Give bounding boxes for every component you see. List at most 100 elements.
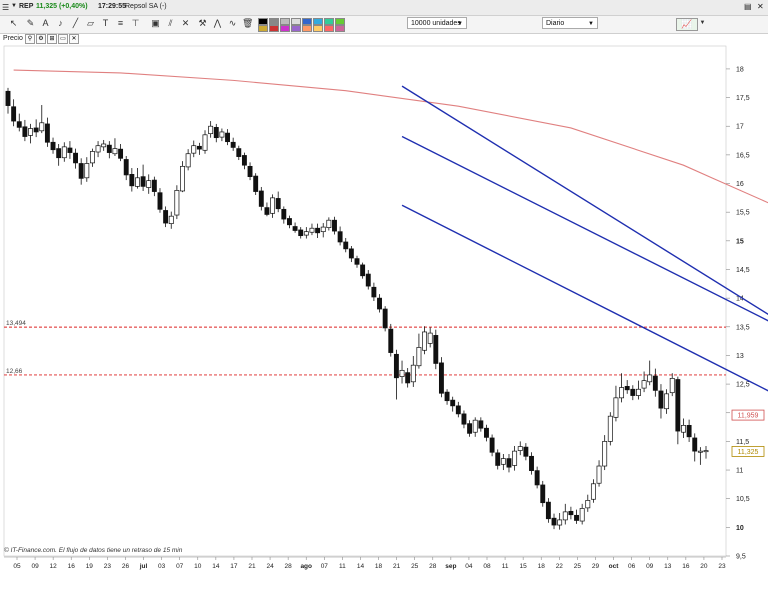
x-tick-label: 06 (628, 563, 636, 570)
candle-body (168, 215, 174, 224)
candle-body (106, 144, 112, 153)
y-tick-label: 12,5 (736, 382, 750, 389)
x-tick-label: 04 (465, 563, 473, 570)
x-tick-label: 21 (248, 563, 256, 570)
candle-body (309, 227, 315, 233)
candle-body (337, 231, 343, 243)
candle-body (157, 192, 163, 210)
x-tick-label: 03 (158, 563, 166, 570)
candle-body (377, 297, 382, 310)
candle-body (371, 286, 377, 298)
x-tick-label: jul (139, 563, 148, 570)
candle-body (574, 514, 579, 521)
candle-body (489, 437, 495, 453)
x-tick-label: 29 (592, 563, 600, 570)
candle-body (399, 369, 405, 377)
candle-body (332, 219, 337, 232)
candle-body (675, 379, 681, 432)
candle-body (540, 484, 546, 504)
x-tick-label: 14 (357, 563, 365, 570)
candle-body (388, 328, 394, 353)
candle-body (472, 419, 478, 433)
candle-body (444, 391, 450, 402)
candle-body (529, 455, 534, 471)
x-tick-label: 23 (718, 563, 726, 570)
plot-area (3, 45, 727, 557)
candle-body (517, 446, 523, 451)
candle-body (101, 143, 107, 148)
x-tick-label: 24 (266, 563, 274, 570)
x-tick-label: 14 (212, 563, 220, 570)
candle-body (686, 424, 692, 438)
x-tick-label: 13 (664, 563, 672, 570)
x-tick-label: sep (445, 563, 456, 570)
x-tick-label: 08 (483, 563, 491, 570)
candle-body (382, 308, 388, 329)
candle-body (16, 121, 22, 128)
candle-body (292, 226, 298, 231)
candle-body (326, 219, 332, 229)
x-tick-label: 23 (104, 563, 112, 570)
x-tick-label: 12 (50, 563, 58, 570)
candle-body (270, 197, 276, 214)
candle-body (467, 423, 473, 434)
candle-body (422, 331, 427, 351)
y-tick-label: 10,5 (736, 496, 750, 503)
candle-body (343, 241, 349, 250)
x-tick-label: 15 (520, 563, 528, 570)
x-tick-label: 07 (176, 563, 184, 570)
horizontal-level-label: 13,494 (6, 320, 26, 327)
y-tick-label: 17 (736, 124, 744, 131)
candle-body (433, 335, 439, 364)
candle-body (213, 127, 219, 139)
x-tick-label: 21 (393, 563, 401, 570)
candle-body (478, 420, 484, 429)
candle-body (545, 501, 551, 520)
candle-body (112, 148, 118, 155)
x-tick-label: 10 (194, 563, 202, 570)
candle-body (450, 399, 456, 407)
candle-body (123, 159, 129, 176)
candle-body (39, 122, 45, 132)
candle-body (585, 500, 591, 509)
candle-body (118, 148, 124, 159)
candle-body (208, 125, 214, 135)
x-tick-label: 28 (429, 563, 437, 570)
y-tick-label: 17,5 (736, 95, 750, 102)
candle-body (630, 388, 636, 396)
candle-body (562, 511, 568, 521)
candle-body (275, 198, 281, 210)
candle-body (11, 106, 17, 122)
candle-body (281, 208, 287, 220)
x-tick-label: oct (609, 563, 620, 570)
candle-body (163, 210, 169, 224)
candle-body (636, 388, 641, 396)
price-chart[interactable]: 18 17,5 17 16,5 16 15,5 15 14,5 14 13,5 13 12,5 12 11… (0, 0, 768, 590)
candle-body (303, 231, 309, 236)
candle-body (405, 372, 411, 384)
candle-body (551, 517, 557, 526)
candle-body (44, 123, 50, 143)
candle-body (438, 362, 444, 394)
candle-body (61, 146, 67, 159)
candle-body (523, 446, 529, 457)
candle-body (241, 155, 247, 166)
candle-body (495, 452, 501, 466)
x-tick-label: 19 (86, 563, 94, 570)
candle-body (73, 152, 78, 164)
candle-body (613, 397, 619, 418)
candle-body (658, 390, 664, 409)
candle-body (185, 153, 191, 168)
candle-body (174, 190, 180, 216)
x-tick-label: 09 (646, 563, 654, 570)
y-tick-label: 15 (736, 238, 744, 245)
candle-body (320, 226, 326, 233)
candle-body (664, 393, 670, 410)
candle-body (230, 141, 236, 148)
y-tick-label: 16,5 (736, 152, 750, 159)
candle-body (140, 176, 146, 187)
price-label-text: 11,959 (738, 413, 759, 420)
candle-body (652, 375, 658, 391)
x-tick-label: 07 (321, 563, 329, 570)
candle-body (28, 128, 33, 136)
